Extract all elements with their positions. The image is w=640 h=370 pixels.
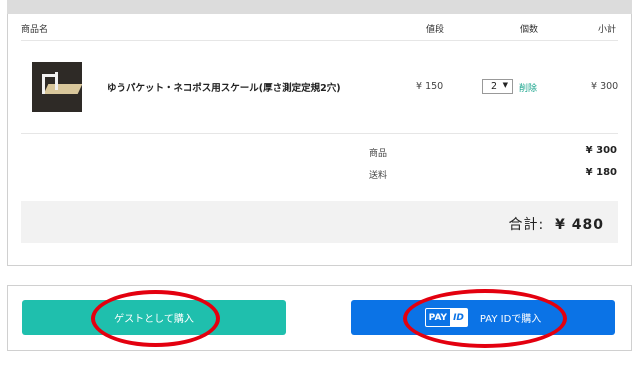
- line-subtotal: ¥ 300: [591, 81, 619, 92]
- shipping-label: 送料: [369, 171, 388, 181]
- quantity-value: 2: [491, 81, 498, 92]
- payid-logo-icon: PAY ID: [424, 308, 468, 327]
- column-header-price: 値段: [426, 25, 445, 35]
- thumbnail-board: [43, 84, 82, 94]
- product-name[interactable]: ゆうパケット・ネコポス用スケール(厚さ測定定規2穴): [107, 80, 341, 94]
- delete-link[interactable]: 削除: [519, 81, 537, 94]
- total-text: 合計: ¥ 480: [509, 214, 604, 234]
- total-label: 合計:: [508, 217, 545, 233]
- product-thumbnail[interactable]: [32, 62, 82, 112]
- thumbnail-frame: [42, 74, 45, 94]
- guest-purchase-label: ゲストとして購入: [114, 314, 194, 325]
- product-price: ¥ 150: [416, 81, 444, 92]
- quantity-select[interactable]: 2 ▼: [482, 79, 513, 94]
- goods-label: 商品: [369, 149, 388, 159]
- top-bar: [7, 0, 632, 14]
- column-header-quantity: 個数: [520, 25, 539, 35]
- total-value: ¥ 480: [555, 217, 604, 233]
- item-divider: [21, 133, 618, 134]
- guest-purchase-button[interactable]: ゲストとして購入: [22, 300, 286, 335]
- column-header-name: 商品名: [21, 25, 49, 35]
- header-divider: [21, 40, 618, 41]
- payid-purchase-label: PAY IDで購入: [479, 314, 542, 325]
- shipping-value: ¥ 180: [585, 167, 617, 178]
- thumbnail-frame: [42, 74, 58, 77]
- column-header-subtotal: 小計: [598, 25, 617, 35]
- payid-purchase-button[interactable]: PAY ID PAY IDで購入: [351, 300, 615, 335]
- total-box: 合計: ¥ 480: [21, 201, 618, 243]
- goods-value: ¥ 300: [585, 145, 617, 156]
- chevron-down-icon: ▼: [502, 81, 508, 89]
